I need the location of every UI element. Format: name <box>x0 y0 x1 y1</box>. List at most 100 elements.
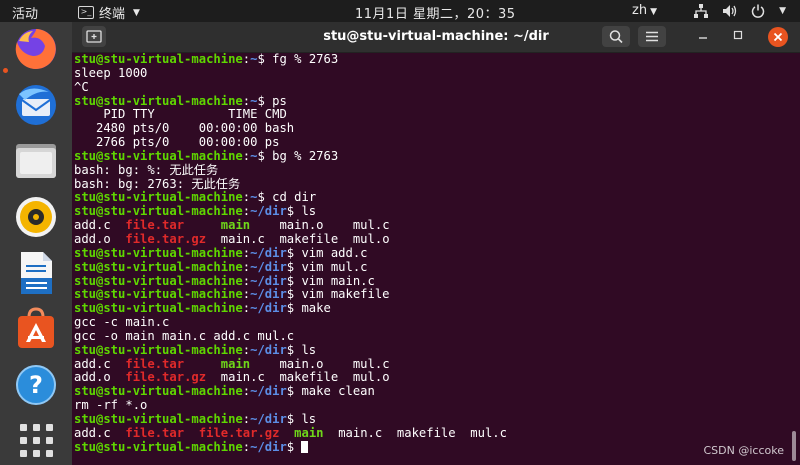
rhythmbox-icon[interactable] <box>11 192 61 242</box>
thunderbird-icon[interactable] <box>11 80 61 130</box>
terminal-text: $ ls <box>286 342 317 357</box>
prompt-user: stu@stu-virtual-machine <box>74 342 243 357</box>
terminal-text: $ bg % 2763 <box>257 148 339 163</box>
files-icon[interactable] <box>11 136 61 186</box>
watermark: CSDN @iccoke <box>703 444 785 457</box>
prompt-path: ~/dir <box>250 245 287 260</box>
terminal-text: : <box>242 190 251 205</box>
terminal-text: : <box>242 148 251 163</box>
terminal-text: $ vim main.c <box>286 273 375 288</box>
terminal-text: : <box>242 411 251 426</box>
input-method-label: zh <box>632 3 648 18</box>
terminal-text: main.c makefile mul.c <box>323 425 507 440</box>
archive-filename: file.tar.gz <box>198 425 280 440</box>
title-bar[interactable]: stu@stu-virtual-machine: ~/dir <box>72 22 800 53</box>
terminal-text: : <box>242 259 251 274</box>
prompt-user: stu@stu-virtual-machine <box>74 411 243 426</box>
terminal-line: stu@stu-virtual-machine:~/dir$ vim main.… <box>74 273 788 289</box>
chevron-down-icon: ▼ <box>133 7 140 18</box>
chevron-down-icon: ▼ <box>650 7 657 17</box>
close-button[interactable] <box>768 27 788 47</box>
prompt-path: ~/dir <box>250 301 287 316</box>
terminal-text: : <box>242 439 251 454</box>
terminal-text: : <box>242 204 251 219</box>
maximize-button[interactable] <box>732 28 744 45</box>
prompt-path: ~/dir <box>250 439 287 454</box>
terminal-line: 2480 pts/0 00:00:00 bash <box>74 121 788 136</box>
terminal-line: stu@stu-virtual-machine:~/dir$ make clea… <box>74 384 788 399</box>
app-menu-label: 终端 <box>99 7 126 22</box>
terminal-line: sleep 1000 <box>74 65 788 81</box>
terminal-text: $ ps <box>257 93 287 108</box>
help-icon[interactable]: ? <box>11 360 61 410</box>
terminal-text: : <box>242 301 251 316</box>
app-menu[interactable]: >_ 终端 ▼ <box>78 3 140 22</box>
prompt-user: stu@stu-virtual-machine <box>74 273 243 288</box>
terminal-line: stu@stu-virtual-machine:~/dir$ vim mul.c <box>74 259 788 275</box>
terminal-text: : <box>242 53 251 66</box>
terminal-line: bash: bg: 2763: 无此任务 <box>74 177 788 192</box>
libreoffice-writer-icon[interactable] <box>11 248 61 298</box>
show-apps-icon[interactable] <box>20 424 54 458</box>
terminal-line: ^C <box>74 79 788 95</box>
archive-filename: file.tar <box>125 356 185 371</box>
search-button[interactable] <box>602 26 630 47</box>
system-tray[interactable]: ▼ <box>694 2 786 20</box>
terminal-text: : <box>242 273 251 288</box>
terminal-text: $ vim makefile <box>286 287 390 302</box>
terminal-line: stu@stu-virtual-machine:~/dir$ ls <box>74 204 788 219</box>
terminal-text: bash: bg: %: 无此任务 <box>74 162 219 177</box>
menu-button[interactable] <box>638 26 666 47</box>
terminal-text: main.c makefile mul.o <box>206 370 390 385</box>
terminal-text: : <box>242 93 251 108</box>
prompt-path: ~/dir <box>250 287 287 302</box>
terminal-line: add.c file.tar file.tar.gz main main.c m… <box>74 425 788 441</box>
terminal-window: stu@stu-virtual-machine: ~/dir stu@stu-v… <box>72 22 800 465</box>
terminal-text: $ <box>286 439 302 454</box>
maximize-icon <box>733 30 743 40</box>
prompt-path: ~/dir <box>250 342 287 357</box>
terminal-line: bash: bg: %: 无此任务 <box>74 162 788 178</box>
terminal-text: : <box>242 384 251 399</box>
prompt-user: stu@stu-virtual-machine <box>74 245 243 260</box>
activities-button[interactable]: 活动 <box>12 3 38 22</box>
terminal-text: : <box>242 287 251 302</box>
terminal-line: stu@stu-virtual-machine:~$ fg % 2763 <box>74 53 788 67</box>
firefox-icon[interactable] <box>11 24 61 74</box>
hamburger-menu-icon <box>646 31 658 42</box>
prompt-path: ~/dir <box>250 384 287 399</box>
prompt-user: stu@stu-virtual-machine <box>74 93 243 108</box>
minimize-button[interactable] <box>697 28 709 45</box>
volume-icon <box>722 4 737 18</box>
input-method-menu[interactable]: zh ▼ <box>632 3 657 18</box>
active-app-indicator <box>3 68 8 73</box>
terminal-text: gcc -o main main.c add.c mul.c <box>74 328 295 343</box>
terminal-text: gcc -c main.c <box>74 315 170 330</box>
terminal-output[interactable]: stu@stu-virtual-machine:~$ fg % 2763 slee… <box>72 53 788 465</box>
prompt-path: ~/dir <box>250 259 287 274</box>
terminal-scrollbar[interactable] <box>788 53 800 465</box>
terminal-line: stu@stu-virtual-machine:~$ cd dir <box>74 191 788 205</box>
terminal-text: add.o <box>74 370 126 385</box>
terminal-text: sleep 1000 <box>74 65 148 80</box>
ubuntu-software-icon[interactable] <box>11 304 61 354</box>
scrollbar-thumb[interactable] <box>792 431 796 461</box>
prompt-user: stu@stu-virtual-machine <box>74 287 243 302</box>
terminal-text: ^C <box>74 79 89 94</box>
executable-filename: main <box>294 425 324 440</box>
executable-filename: main <box>220 356 251 371</box>
window-title: stu@stu-virtual-machine: ~/dir <box>323 29 549 44</box>
minimize-icon <box>699 37 707 39</box>
terminal-text: rm -rf *.o <box>74 398 148 413</box>
terminal-line: 2766 pts/0 00:00:00 ps <box>74 135 788 150</box>
prompt-user: stu@stu-virtual-machine <box>74 148 243 163</box>
terminal-text: main.o mul.c <box>250 356 390 371</box>
terminal-text: $ make <box>286 301 331 316</box>
terminal-line: stu@stu-virtual-machine:~$ ps <box>74 93 788 109</box>
clock[interactable]: 11月1日 星期二，20：35 <box>355 3 516 22</box>
archive-filename: file.tar <box>125 218 185 233</box>
terminal-line: stu@stu-virtual-machine:~$ bg % 2763 <box>74 148 788 164</box>
terminal-text: main.c makefile mul.o <box>206 231 390 246</box>
terminal-line: gcc -c main.c <box>74 315 788 330</box>
